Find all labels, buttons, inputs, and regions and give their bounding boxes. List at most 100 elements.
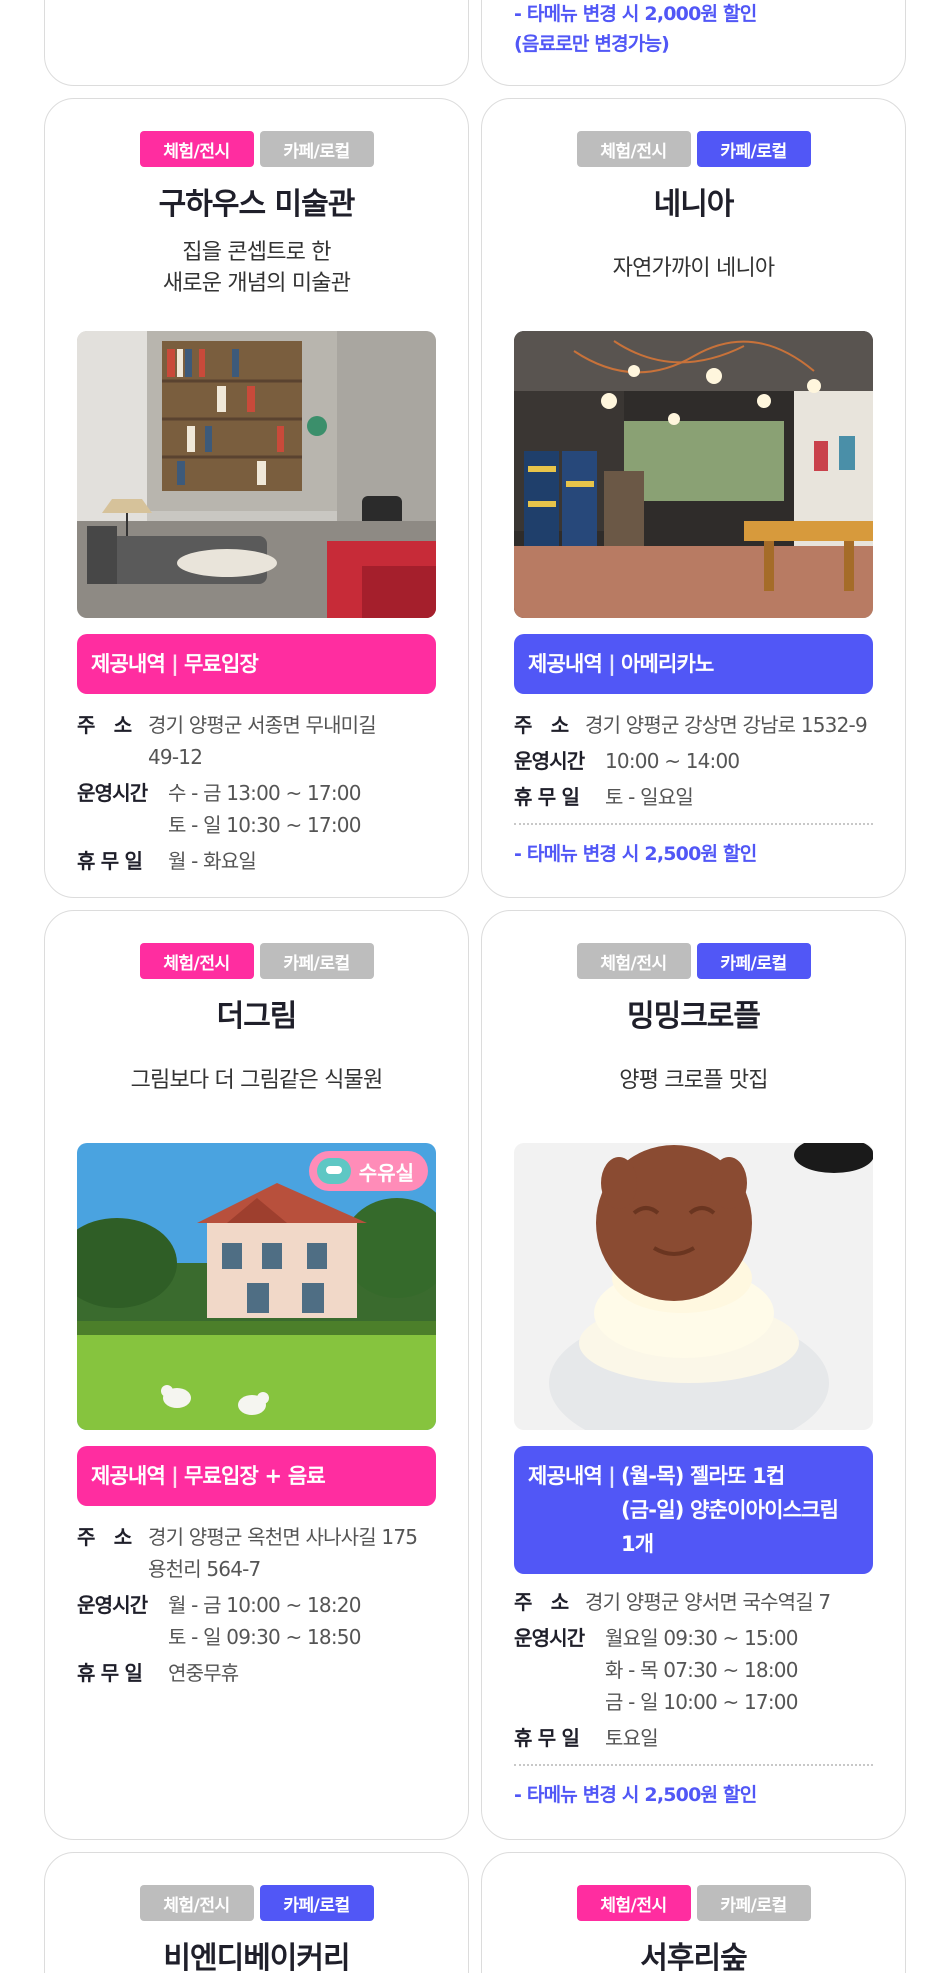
library-living-room-photo xyxy=(77,331,436,618)
offer-label: 제공내역 xyxy=(91,652,166,676)
offer-box: 제공내역 | 무료입장 + 음료 xyxy=(77,1446,436,1506)
category-tags: 체험/전시 카페/로컬 xyxy=(45,131,468,167)
closed-value: 토요일 xyxy=(605,1726,659,1750)
venue-subtitle: 자연가까이 네니아 xyxy=(612,256,776,281)
offer-value: (월-목) 젤라또 1컵 (금-일) 양춘이아이스크림 1개 xyxy=(620,1459,839,1561)
nursing-room-icon xyxy=(316,1158,351,1184)
venue-card-thegrim[interactable]: 체험/전시 카페/로컬 더그림 그림보다 더 그림같은 식물원 수유실 제공내역 xyxy=(44,910,469,1840)
offer-box: 제공내역 | (월-목) 젤라또 1컵 (금-일) 양춘이아이스크림 1개 xyxy=(514,1446,873,1574)
tag-cafe[interactable]: 카페/로컬 xyxy=(259,131,374,167)
tag-cafe[interactable]: 카페/로컬 xyxy=(696,943,811,979)
hours-key: 운영시간 xyxy=(77,781,148,805)
closed-row: 휴 무 일 토 - 일요일 xyxy=(514,781,873,813)
venue-title: 비엔디베이커리 xyxy=(163,1941,350,1973)
tag-cafe[interactable]: 카페/로컬 xyxy=(696,1885,811,1921)
tag-experience[interactable]: 체험/전시 xyxy=(139,943,254,979)
venue-card-seohuri[interactable]: 체험/전시 카페/로컬 서후리숲 xyxy=(481,1852,906,1973)
closed-row: 휴 무 일 월 - 화요일 xyxy=(77,845,436,877)
subtitle-line: 집을 콘셉트로 한 xyxy=(182,240,331,265)
discount-condition: (음료로만 변경가능) xyxy=(514,33,670,55)
venue-info: 주 소 경기 양평군 서종면 무내미길 49-12 운영시간 수 - 금 13:… xyxy=(77,709,436,877)
offer-separator: | xyxy=(608,1464,616,1488)
tag-cafe[interactable]: 카페/로컬 xyxy=(259,1885,374,1921)
closed-row: 휴 무 일 연중무휴 xyxy=(77,1657,436,1689)
divider xyxy=(514,1764,873,1766)
venue-card-bnd-bakery[interactable]: 체험/전시 카페/로컬 비엔디베이커리 xyxy=(44,1852,469,1973)
garden-house-photo: 수유실 xyxy=(77,1143,436,1430)
ice-cream-cookie-photo xyxy=(514,1143,873,1430)
tag-cafe[interactable]: 카페/로컬 xyxy=(259,943,374,979)
closed-row: 휴 무 일 토요일 xyxy=(514,1722,873,1754)
card-prev-left xyxy=(44,0,469,86)
hours-key: 운영시간 xyxy=(514,1626,585,1650)
tag-experience[interactable]: 체험/전시 xyxy=(576,1885,691,1921)
offer-box: 제공내역 | 무료입장 xyxy=(77,634,436,694)
address-key: 주 소 xyxy=(514,1590,569,1614)
address-value: 경기 양평군 서종면 무내미길 49-12 xyxy=(148,709,436,773)
address-value: 경기 양평군 양서면 국수역길 7 xyxy=(585,1590,831,1614)
closed-value: 월 - 화요일 xyxy=(168,849,257,873)
category-tags: 체험/전시 카페/로컬 xyxy=(482,1885,905,1921)
hours-line: 수 - 금 13:00 ~ 17:00 xyxy=(168,781,361,805)
offer-line: (금-일) 양춘이아이스크림 xyxy=(620,1498,839,1522)
category-tags: 체험/전시 카페/로컬 xyxy=(482,943,905,979)
closed-value: 토 - 일요일 xyxy=(605,785,694,809)
venue-title: 네니아 xyxy=(653,187,735,222)
address-row: 주 소 경기 양평군 서종면 무내미길 49-12 xyxy=(77,709,436,773)
address-line: 경기 양평군 서종면 무내미길 xyxy=(148,713,377,737)
offer-label: 제공내역 xyxy=(528,652,603,676)
venue-title: 구하우스 미술관 xyxy=(158,187,356,222)
offer-value: 무료입장 + 음료 xyxy=(183,1464,326,1488)
hours-row: 운영시간 수 - 금 13:00 ~ 17:00 토 - 일 10:30 ~ 1… xyxy=(77,777,436,841)
hours-line: 토 - 일 10:30 ~ 17:00 xyxy=(168,813,361,837)
closed-key: 휴 무 일 xyxy=(77,1661,143,1685)
hours-row: 운영시간 월 - 금 10:00 ~ 18:20 토 - 일 09:30 ~ 1… xyxy=(77,1589,436,1653)
hours-line: 토 - 일 09:30 ~ 18:50 xyxy=(168,1625,361,1649)
address-value: 경기 양평군 강상면 강남로 1532-9 xyxy=(585,713,868,737)
category-tags: 체험/전시 카페/로컬 xyxy=(45,943,468,979)
hours-line: 금 - 일 10:00 ~ 17:00 xyxy=(605,1690,798,1714)
closed-key: 휴 무 일 xyxy=(77,849,143,873)
venue-title: 서후리숲 xyxy=(640,1941,747,1973)
tag-experience[interactable]: 체험/전시 xyxy=(139,131,254,167)
nursing-room-badge: 수유실 xyxy=(308,1151,428,1191)
venue-info: 주 소 경기 양평군 강상면 강남로 1532-9 운영시간 10:00 ~ 1… xyxy=(514,709,873,866)
address-line: 용천리 564-7 xyxy=(148,1557,261,1581)
offer-separator: | xyxy=(171,652,179,676)
venue-card-mingming[interactable]: 체험/전시 카페/로컬 밍밍크로플 양평 크로플 맛집 제공내역 | (월-목)… xyxy=(481,910,906,1840)
hours-row: 운영시간 월요일 09:30 ~ 15:00 화 - 목 07:30 ~ 18:… xyxy=(514,1622,873,1718)
venue-subtitle: 집을 콘셉트로 한 새로운 개념의 미술관 xyxy=(45,237,468,299)
venue-info: 주 소 경기 양평군 옥천면 사나사길 175 용천리 564-7 운영시간 월… xyxy=(77,1521,436,1689)
badge-label: 수유실 xyxy=(358,1160,414,1185)
offer-line: (월-목) 젤라또 1컵 xyxy=(620,1464,785,1488)
tag-experience[interactable]: 체험/전시 xyxy=(139,1885,254,1921)
address-row: 주 소 경기 양평군 옥천면 사나사길 175 용천리 564-7 xyxy=(77,1521,436,1585)
discount-note: - 타메뉴 변경 시 2,500원 할인 xyxy=(514,843,757,865)
address-row: 주 소 경기 양평군 강상면 강남로 1532-9 xyxy=(514,709,873,741)
tag-experience[interactable]: 체험/전시 xyxy=(576,131,691,167)
hours-line: 월요일 09:30 ~ 15:00 xyxy=(605,1626,799,1650)
offer-label: 제공내역 xyxy=(528,1464,603,1488)
offer-value: 무료입장 xyxy=(183,652,259,676)
address-line: 49-12 xyxy=(148,745,203,769)
venue-subtitle: 양평 크로플 맛집 xyxy=(619,1068,768,1093)
hours-key: 운영시간 xyxy=(77,1593,148,1617)
discount-note: - 타메뉴 변경 시 2,000원 할인 xyxy=(514,3,757,25)
venue-card-nenia[interactable]: 체험/전시 카페/로컬 네니아 자연가까이 네니아 제공내역 | 아메리카노 주… xyxy=(481,98,906,898)
cafe-interior-photo xyxy=(514,331,873,618)
discount-note: - 타메뉴 변경 시 2,500원 할인 xyxy=(514,1784,757,1806)
tag-experience[interactable]: 체험/전시 xyxy=(576,943,691,979)
address-row: 주 소 경기 양평군 양서면 국수역길 7 xyxy=(514,1586,873,1618)
hours-line: 화 - 목 07:30 ~ 18:00 xyxy=(605,1658,798,1682)
offer-value: 아메리카노 xyxy=(620,652,714,676)
offer-separator: | xyxy=(608,652,616,676)
venue-card-guhouse[interactable]: 체험/전시 카페/로컬 구하우스 미술관 집을 콘셉트로 한 새로운 개념의 미… xyxy=(44,98,469,898)
category-tags: 체험/전시 카페/로컬 xyxy=(45,1885,468,1921)
offer-box: 제공내역 | 아메리카노 xyxy=(514,634,873,694)
address-value: 경기 양평군 옥천면 사나사길 175 용천리 564-7 xyxy=(148,1521,436,1585)
venue-title: 더그림 xyxy=(216,999,298,1034)
venue-subtitle: 그림보다 더 그림같은 식물원 xyxy=(130,1068,384,1093)
tag-cafe[interactable]: 카페/로컬 xyxy=(696,131,811,167)
hours-value: 10:00 ~ 14:00 xyxy=(605,749,740,773)
hours-value: 수 - 금 13:00 ~ 17:00 토 - 일 10:30 ~ 17:00 xyxy=(168,777,436,841)
